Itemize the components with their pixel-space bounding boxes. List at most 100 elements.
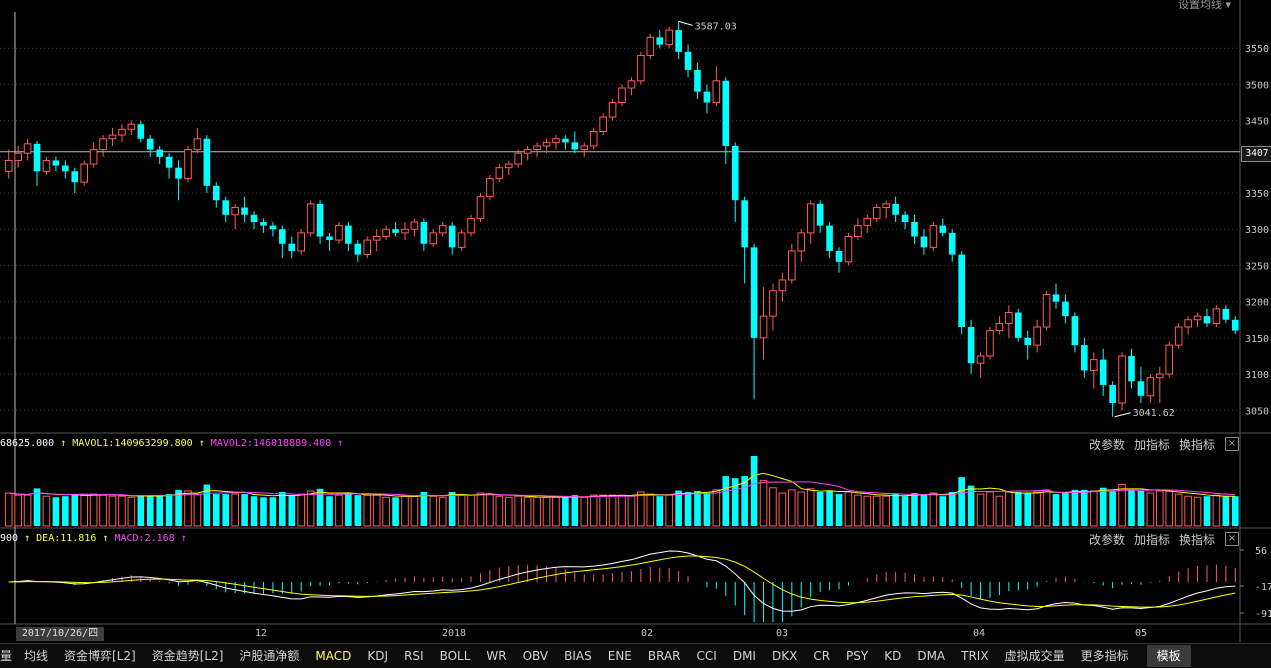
tab-5[interactable]: KDJ <box>359 645 396 667</box>
candle-body <box>759 315 768 339</box>
candle-body <box>504 163 513 169</box>
tab-7[interactable]: BOLL <box>432 645 479 667</box>
candle-body <box>1005 312 1013 324</box>
volume-bar <box>467 494 475 527</box>
volume-bar <box>892 494 899 526</box>
candle-body <box>552 138 560 143</box>
tab-8[interactable]: WR <box>478 645 514 667</box>
crosshair-price-label: 3407 <box>1241 146 1271 162</box>
volume-bar <box>279 491 286 526</box>
vol-switch-indicator-button[interactable]: 换指标 <box>1179 436 1215 453</box>
tab-4[interactable]: MACD <box>307 645 359 667</box>
volume-bar <box>1146 492 1155 527</box>
volume-bar <box>193 493 202 527</box>
macd-close-icon[interactable]: × <box>1225 532 1239 546</box>
price-tick-label: 3250 <box>1245 261 1269 272</box>
volume-bar <box>297 493 306 527</box>
volume-bar <box>1222 496 1230 526</box>
volume-bar <box>372 494 381 527</box>
candle-body <box>1014 312 1022 338</box>
macd-tick-label: 56 <box>1255 546 1267 557</box>
tab-15[interactable]: DKX <box>764 645 805 667</box>
volume-bar <box>694 490 701 526</box>
vol-close-icon[interactable]: × <box>1225 437 1239 451</box>
x-label: 03 <box>776 628 789 639</box>
macd-add-indicator-button[interactable]: 加指标 <box>1134 531 1170 548</box>
candle-body <box>4 159 13 172</box>
tab-left-edge[interactable]: 量 <box>0 645 16 667</box>
tab-13[interactable]: CCI <box>689 645 725 667</box>
candle-body <box>1231 319 1239 331</box>
volume-bar <box>108 495 117 527</box>
tab-16[interactable]: CR <box>805 645 838 667</box>
high-label: 3587.03 <box>695 21 737 32</box>
volume-bar <box>882 495 890 527</box>
tab-6[interactable]: RSI <box>396 645 432 667</box>
volume-bar <box>797 491 806 527</box>
volume-bar <box>495 495 504 527</box>
volume-bar <box>486 493 494 527</box>
tab-12[interactable]: BRAR <box>640 645 689 667</box>
volume-bar <box>806 488 815 527</box>
tab-17[interactable]: PSY <box>838 645 876 667</box>
candle-body <box>1128 355 1135 382</box>
tab-20[interactable]: TRIX <box>953 645 996 667</box>
arrow-up-icon: ↑ <box>24 533 31 544</box>
tab-19[interactable]: DMA <box>909 645 953 667</box>
candle-body <box>297 232 306 252</box>
candle-body <box>703 91 711 103</box>
candle-body <box>939 225 947 233</box>
macd-switch-indicator-button[interactable]: 换指标 <box>1179 531 1215 548</box>
candle-body <box>438 225 447 234</box>
volume-bar <box>1042 489 1051 527</box>
tab-2[interactable]: 资金趋势[L2] <box>144 645 232 667</box>
volume-bar <box>269 497 277 526</box>
volume-bar <box>392 497 399 526</box>
kline-chart[interactable]: 3550350034503400335033003250320031503100… <box>0 0 1271 667</box>
candle-body <box>1184 319 1192 328</box>
tab-9[interactable]: OBV <box>515 645 557 667</box>
volume-bar <box>1128 489 1135 526</box>
candle-body <box>1165 344 1174 375</box>
tab-22[interactable]: 更多指标 <box>1073 645 1137 667</box>
volume-bar <box>1005 491 1013 527</box>
volume-bar <box>562 497 569 526</box>
macd-params-button[interactable]: 改参数 <box>1089 531 1125 548</box>
tab-18[interactable]: KD <box>876 645 909 667</box>
candle-body <box>392 229 399 233</box>
candle-body <box>1052 294 1060 302</box>
volume-bar <box>929 492 938 527</box>
tab-21[interactable]: 虚拟成交量 <box>997 645 1073 667</box>
candle-body <box>203 138 211 186</box>
candle-body <box>345 225 352 244</box>
vol-add-indicator-button[interactable]: 加指标 <box>1134 436 1170 453</box>
candle-body <box>316 203 324 237</box>
volume-bar <box>976 493 985 527</box>
tab-14[interactable]: DMI <box>725 645 764 667</box>
vol-params-button[interactable]: 改参数 <box>1089 436 1125 453</box>
indicator-lines <box>8 472 1236 612</box>
candle-body <box>1203 316 1211 324</box>
volume-bar <box>571 495 579 526</box>
volume-bar <box>911 493 918 526</box>
volume-bar <box>523 496 532 527</box>
volume-bar <box>1212 494 1221 527</box>
template-button[interactable]: 模板 <box>1146 645 1191 667</box>
tab-0[interactable]: 均线 <box>16 645 56 667</box>
candle-body <box>769 290 777 317</box>
candle-body <box>995 322 1004 332</box>
x-label: 02 <box>641 628 654 639</box>
volume-bar <box>627 495 636 527</box>
candle-body <box>599 116 607 132</box>
volume-bar <box>1052 494 1060 526</box>
volume-bar <box>476 492 485 527</box>
candle-body <box>486 178 494 198</box>
tab-11[interactable]: ENE <box>600 645 640 667</box>
tab-3[interactable]: 沪股通净额 <box>231 645 307 667</box>
tab-10[interactable]: BIAS <box>556 645 600 667</box>
candle-body <box>533 145 541 151</box>
macd-tick-label: -91 <box>1255 609 1271 620</box>
volume-bar <box>1203 496 1211 526</box>
candle-body <box>1071 316 1079 346</box>
tab-1[interactable]: 资金博弈[L2] <box>56 645 144 667</box>
